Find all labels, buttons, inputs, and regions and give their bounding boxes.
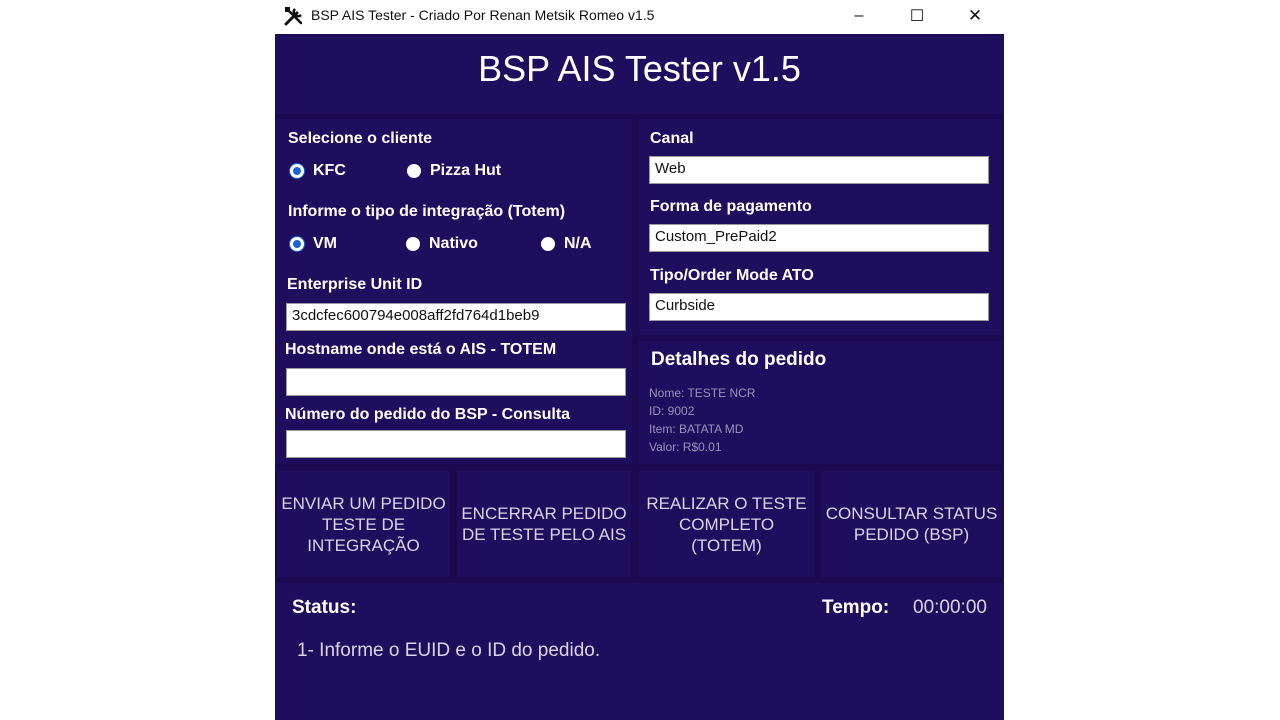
radio-na-label: N/A	[564, 235, 592, 252]
radio-unselected-icon	[406, 237, 420, 251]
radio-na[interactable]: N/A	[541, 235, 592, 253]
canal-input[interactable]: Web	[649, 156, 989, 184]
radio-nativo-label: Nativo	[429, 235, 478, 252]
window-title: BSP AIS Tester - Criado Por Renan Metsik…	[311, 7, 655, 23]
radio-unselected-icon	[541, 237, 555, 251]
time-value: 00:00:00	[913, 597, 987, 618]
radio-pizza-hut-label: Pizza Hut	[430, 162, 502, 179]
send-test-order-button[interactable]: ENVIAR UM PEDIDO TESTE DE INTEGRAÇÃO	[277, 471, 450, 577]
order-number-input[interactable]	[286, 430, 626, 458]
radio-vm[interactable]: VM	[290, 235, 337, 253]
payment-label: Forma de pagamento	[650, 198, 812, 215]
radio-kfc-label: KFC	[313, 162, 346, 179]
radio-nativo[interactable]: Nativo	[406, 235, 478, 253]
close-button[interactable]: ✕	[946, 0, 1004, 32]
radio-selected-icon	[290, 164, 304, 178]
full-test-button[interactable]: REALIZAR O TESTE COMPLETO (TOTEM)	[639, 471, 814, 577]
check-status-button[interactable]: CONSULTAR STATUS PEDIDO (BSP)	[821, 471, 1002, 577]
status-label: Status:	[292, 597, 357, 618]
client-label: Selecione o cliente	[288, 130, 433, 147]
euid-label: Enterprise Unit ID	[287, 276, 423, 293]
details-line: ID: 9002	[649, 404, 695, 418]
tools-icon	[284, 7, 303, 26]
details-line: Item: BATATA MD	[649, 422, 744, 436]
close-icon: ✕	[967, 6, 983, 25]
minimize-icon: –	[854, 7, 864, 24]
close-test-order-button[interactable]: ENCERRAR PEDIDO DE TESTE PELO AIS	[457, 471, 631, 577]
time-label: Tempo:	[822, 597, 890, 618]
title-bar: BSP AIS Tester - Criado Por Renan Metsik…	[275, 0, 1004, 34]
radio-vm-label: VM	[313, 235, 337, 252]
app-window: BSP AIS Tester - Criado Por Renan Metsik…	[275, 0, 1004, 720]
order-mode-input[interactable]: Curbside	[649, 293, 989, 321]
radio-selected-icon	[290, 237, 304, 251]
maximize-button[interactable]: ☐	[888, 0, 946, 32]
status-message: 1- Informe o EUID e o ID do pedido.	[297, 640, 601, 661]
radio-pizza-hut[interactable]: Pizza Hut	[407, 162, 501, 180]
hostname-input[interactable]	[286, 368, 626, 396]
order-mode-label: Tipo/Order Mode ATO	[650, 267, 814, 284]
payment-input[interactable]: Custom_PrePaid2	[649, 224, 989, 252]
app-title: BSP AIS Tester v1.5	[478, 48, 801, 89]
hostname-label: Hostname onde está o AIS - TOTEM	[285, 341, 557, 358]
canal-label: Canal	[650, 130, 694, 147]
euid-input[interactable]: 3cdcfec600794e008aff2fd764d1beb9	[286, 303, 626, 331]
order-number-label: Número do pedido do BSP - Consulta	[285, 406, 571, 423]
radio-kfc[interactable]: KFC	[290, 162, 346, 180]
details-title: Detalhes do pedido	[651, 349, 827, 370]
radio-unselected-icon	[407, 164, 421, 178]
minimize-button[interactable]: –	[830, 0, 888, 32]
maximize-icon: ☐	[909, 8, 925, 25]
integration-label: Informe o tipo de integração (Totem)	[288, 203, 566, 220]
details-line: Valor: R$0.01	[649, 440, 722, 454]
details-line: Nome: TESTE NCR	[649, 386, 756, 400]
